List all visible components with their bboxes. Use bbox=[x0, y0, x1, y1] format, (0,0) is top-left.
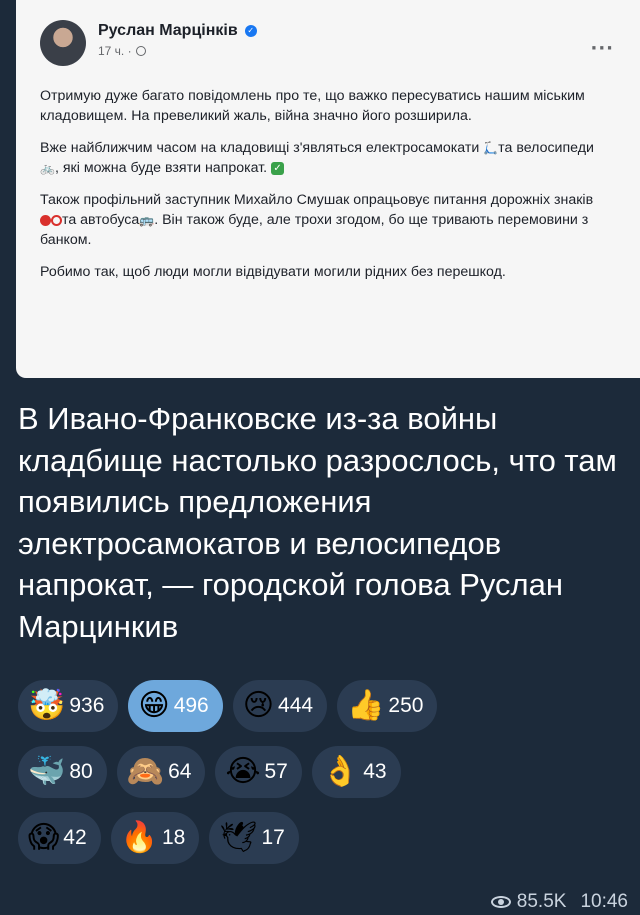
reactions-panel: 🤯 936 😁 496 😢 444 👍 250 🐳 80 🙈 64 😭 57 👌 43 😱 42 … bbox=[18, 680, 628, 878]
post-paragraph: Отримую дуже багато повідомлень про те, … bbox=[40, 88, 585, 124]
reaction-count: 936 bbox=[69, 694, 105, 717]
bicycle-icon: 🚲 bbox=[40, 161, 55, 175]
reaction-count: 64 bbox=[168, 760, 192, 783]
author-block: Руслан Марцінків ✓ 17 ч. · bbox=[98, 22, 257, 58]
verified-badge-icon: ✓ bbox=[244, 25, 257, 37]
prohibited-sign-icon bbox=[51, 214, 62, 226]
reaction-fire[interactable]: 🔥 18 bbox=[110, 812, 200, 864]
reaction-count: 496 bbox=[173, 694, 209, 717]
post-paragraph: Вже найближчим часом на кладовищі з'явля… bbox=[40, 140, 594, 176]
view-count: 85.5K bbox=[516, 891, 567, 912]
reaction-grinning[interactable]: 😁 496 bbox=[128, 680, 223, 732]
globe-icon bbox=[135, 46, 146, 56]
scooter-icon: 🛴 bbox=[483, 141, 499, 155]
reaction-whale[interactable]: 🐳 80 bbox=[18, 746, 107, 798]
reaction-count: 57 bbox=[264, 760, 288, 783]
author-row: Руслан Марцінків ✓ bbox=[98, 22, 257, 40]
exploding-head-icon: 🤯 bbox=[28, 688, 66, 723]
check-mark-icon: ✓ bbox=[271, 161, 285, 175]
reaction-row: 😱 42 🔥 18 🕊 17 bbox=[18, 812, 628, 864]
reaction-count: 80 bbox=[69, 760, 93, 783]
dove-icon: 🕊 bbox=[219, 820, 258, 855]
no-entry-sign-icon bbox=[40, 214, 51, 226]
screaming-face-icon: 😱 bbox=[28, 820, 60, 855]
thumbs-up-icon: 👍 bbox=[347, 688, 385, 723]
avatar bbox=[40, 20, 86, 66]
more-options-icon: ··· bbox=[590, 38, 614, 59]
message-text: В Ивано-Франковске из-за войны кладбище … bbox=[18, 401, 617, 644]
fire-icon: 🔥 bbox=[120, 820, 158, 855]
eye-icon bbox=[490, 896, 511, 908]
reaction-loudly-crying[interactable]: 😭 57 bbox=[215, 746, 302, 798]
loudly-crying-face-icon: 😭 bbox=[225, 754, 261, 789]
author-name: Руслан Марцінків bbox=[98, 22, 238, 39]
reaction-count: 42 bbox=[63, 826, 87, 849]
message-footer: 85.5K 10:46 bbox=[490, 891, 628, 913]
reaction-screaming[interactable]: 😱 42 bbox=[18, 812, 101, 864]
reaction-count: 17 bbox=[261, 826, 285, 849]
reaction-exploding-head[interactable]: 🤯 936 bbox=[18, 680, 119, 732]
whale-icon: 🐳 bbox=[28, 754, 66, 789]
post-time: 17 ч. · bbox=[98, 44, 132, 58]
reaction-count: 18 bbox=[162, 826, 186, 849]
reaction-see-no-evil[interactable]: 🙈 64 bbox=[116, 746, 206, 798]
grinning-face-icon: 😁 bbox=[138, 688, 170, 723]
post-meta: 17 ч. · bbox=[98, 44, 257, 58]
crying-face-icon: 😢 bbox=[242, 688, 275, 723]
reaction-count: 444 bbox=[278, 694, 314, 717]
post-body: Отримую дуже багато повідомлень про те, … bbox=[40, 86, 596, 282]
reaction-dove[interactable]: 🕊 17 bbox=[209, 812, 299, 864]
reaction-ok-hand[interactable]: 👌 43 bbox=[311, 746, 401, 798]
facebook-screenshot: Руслан Марцінків ✓ 17 ч. · ··· Отримую д… bbox=[16, 0, 640, 378]
reaction-row: 🐳 80 🙈 64 😭 57 👌 43 bbox=[18, 746, 628, 798]
post-header: Руслан Марцінків ✓ 17 ч. · bbox=[30, 20, 626, 66]
reaction-crying[interactable]: 😢 444 bbox=[232, 680, 328, 732]
reaction-thumbs-up[interactable]: 👍 250 bbox=[337, 680, 438, 732]
ok-hand-icon: 👌 bbox=[321, 754, 360, 789]
reaction-row: 🤯 936 😁 496 😢 444 👍 250 bbox=[18, 680, 628, 732]
reaction-count: 250 bbox=[388, 694, 424, 717]
bus-icon: 🚌 bbox=[139, 213, 155, 227]
post-paragraph: Робимо так, щоб люди могли відвідувати м… bbox=[40, 264, 506, 280]
post-paragraph: Також профільний заступник Михайло Смуша… bbox=[40, 192, 594, 248]
reaction-count: 43 bbox=[363, 760, 387, 783]
message-time: 10:46 bbox=[580, 891, 628, 912]
see-no-evil-monkey-icon: 🙈 bbox=[126, 754, 165, 789]
